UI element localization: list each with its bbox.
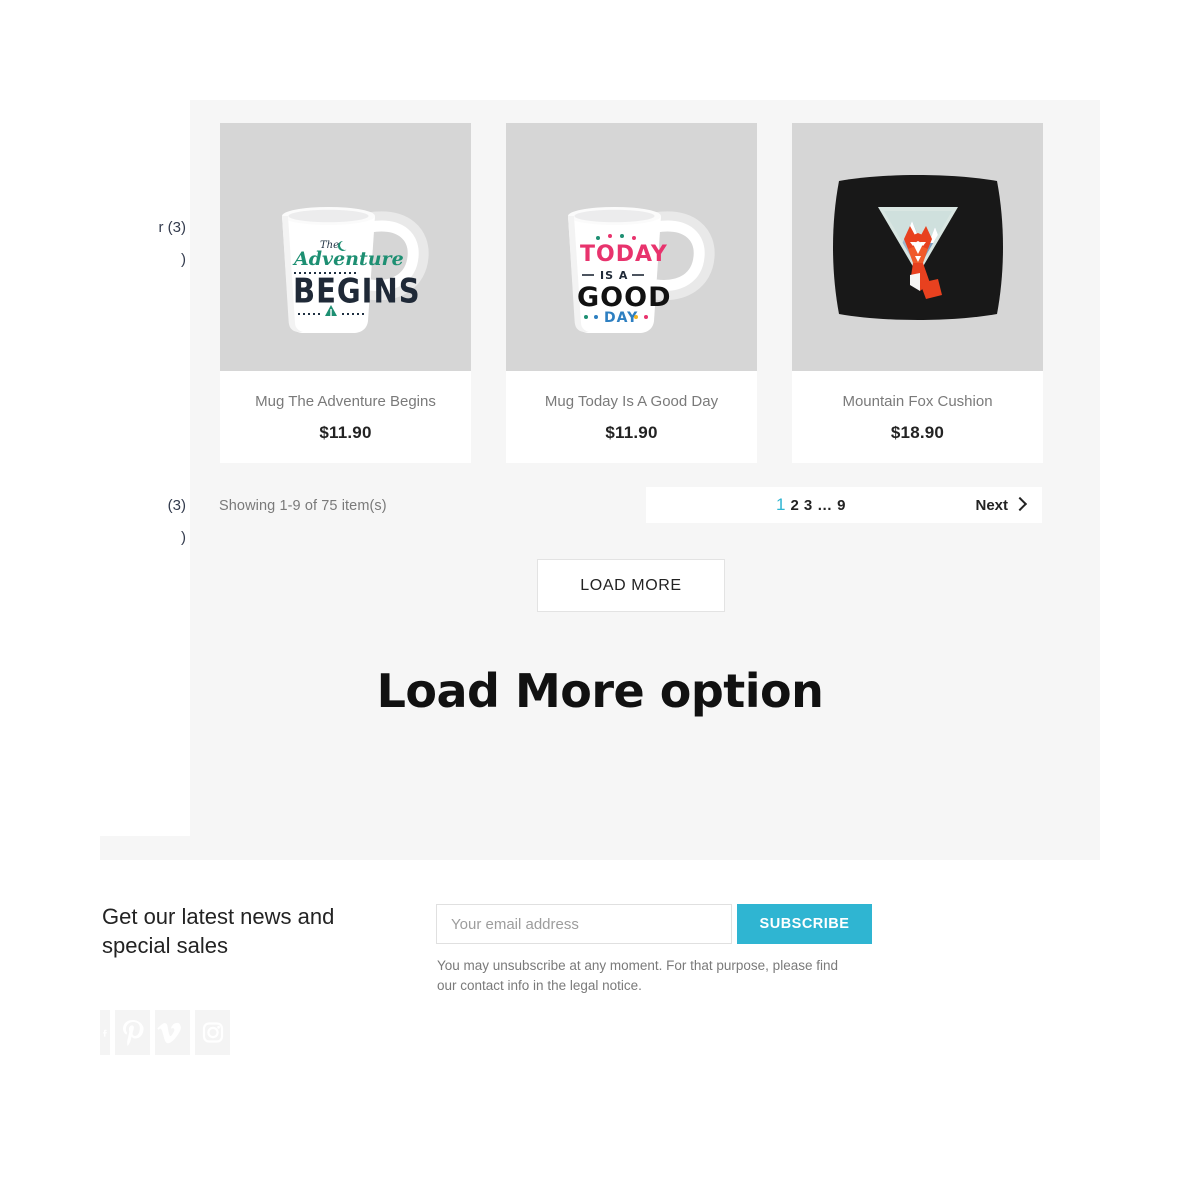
product-grid: The Adventure BEGINS Mug The Adventure B… (220, 123, 1043, 463)
product-price: $11.90 (319, 423, 372, 442)
results-count-label: Showing 1-9 of 75 item(s) (219, 498, 387, 514)
pagination-ellipsis: … (817, 497, 833, 514)
product-title[interactable]: Mug The Adventure Begins (228, 393, 463, 411)
filter-label-fragment[interactable]: (3) (100, 490, 190, 522)
product-info: Mountain Fox Cushion $18.90 (792, 371, 1043, 463)
mountain-fox-cushion-image (792, 123, 1043, 371)
filter-label-fragment[interactable]: ) (100, 244, 190, 276)
pagination-next-button[interactable]: Next (975, 496, 1028, 514)
mug-adventure-begins-image: The Adventure BEGINS (220, 123, 471, 371)
product-price: $11.90 (605, 423, 658, 442)
product-title[interactable]: Mountain Fox Cushion (800, 393, 1035, 411)
product-thumbnail[interactable]: TODAY IS A GOOD DAY (506, 123, 757, 371)
pagination-page-last[interactable]: 9 (837, 497, 845, 514)
pagination-page-2[interactable]: 2 (790, 497, 798, 514)
svg-text:DAY: DAY (604, 310, 638, 326)
pagination-page-3[interactable]: 3 (804, 497, 812, 514)
pagination-bar: 1 2 3 … 9 Next (646, 487, 1042, 523)
social-links (100, 1010, 230, 1055)
subscribe-button[interactable]: SUBSCRIBE (737, 904, 872, 944)
pagination-pages: 1 2 3 … 9 (776, 495, 846, 515)
newsletter-title: Get our latest news and special sales (102, 904, 335, 958)
email-input[interactable] (436, 904, 732, 944)
pagination-page-1[interactable]: 1 (776, 495, 785, 515)
newsletter-form: SUBSCRIBE (436, 904, 872, 944)
product-card[interactable]: TODAY IS A GOOD DAY Mug Today Is A Good (506, 123, 757, 463)
product-card[interactable]: Mountain Fox Cushion $18.90 (792, 123, 1043, 463)
product-title[interactable]: Mug Today Is A Good Day (514, 393, 749, 411)
product-card[interactable]: The Adventure BEGINS Mug The Adventure B… (220, 123, 471, 463)
page-root: r (3) ) (3) ) The Adventure BEGINS Mug T… (0, 0, 1200, 1200)
newsletter-legal-note: You may unsubscribe at any moment. For t… (437, 958, 838, 993)
svg-text:Adventure: Adventure (292, 248, 404, 270)
svg-text:BEGINS: BEGINS (293, 272, 421, 311)
product-price: $18.90 (890, 423, 945, 442)
vimeo-icon[interactable] (155, 1010, 190, 1055)
pagination-next-label: Next (975, 496, 1008, 514)
product-thumbnail[interactable]: The Adventure BEGINS (220, 123, 471, 371)
filter-label-fragment[interactable]: ) (100, 522, 190, 554)
chevron-right-icon (1012, 496, 1028, 512)
pinterest-icon[interactable] (115, 1010, 150, 1055)
filter-label-fragment[interactable]: r (3) (100, 212, 190, 244)
instagram-icon[interactable] (195, 1010, 230, 1055)
facebook-icon[interactable] (100, 1010, 110, 1055)
product-thumbnail[interactable] (792, 123, 1043, 371)
filter-sidebar-panel: r (3) ) (3) ) (100, 100, 190, 836)
product-info: Mug The Adventure Begins $11.90 (220, 371, 471, 463)
load-more-button[interactable]: LOAD MORE (537, 559, 725, 612)
mug-today-good-day-image: TODAY IS A GOOD DAY (506, 123, 757, 371)
svg-text:TODAY: TODAY (580, 242, 668, 267)
svg-text:IS A: IS A (600, 269, 628, 282)
svg-text:GOOD: GOOD (577, 282, 671, 313)
page-title: Load More option (376, 664, 824, 718)
product-info: Mug Today Is A Good Day $11.90 (506, 371, 757, 463)
